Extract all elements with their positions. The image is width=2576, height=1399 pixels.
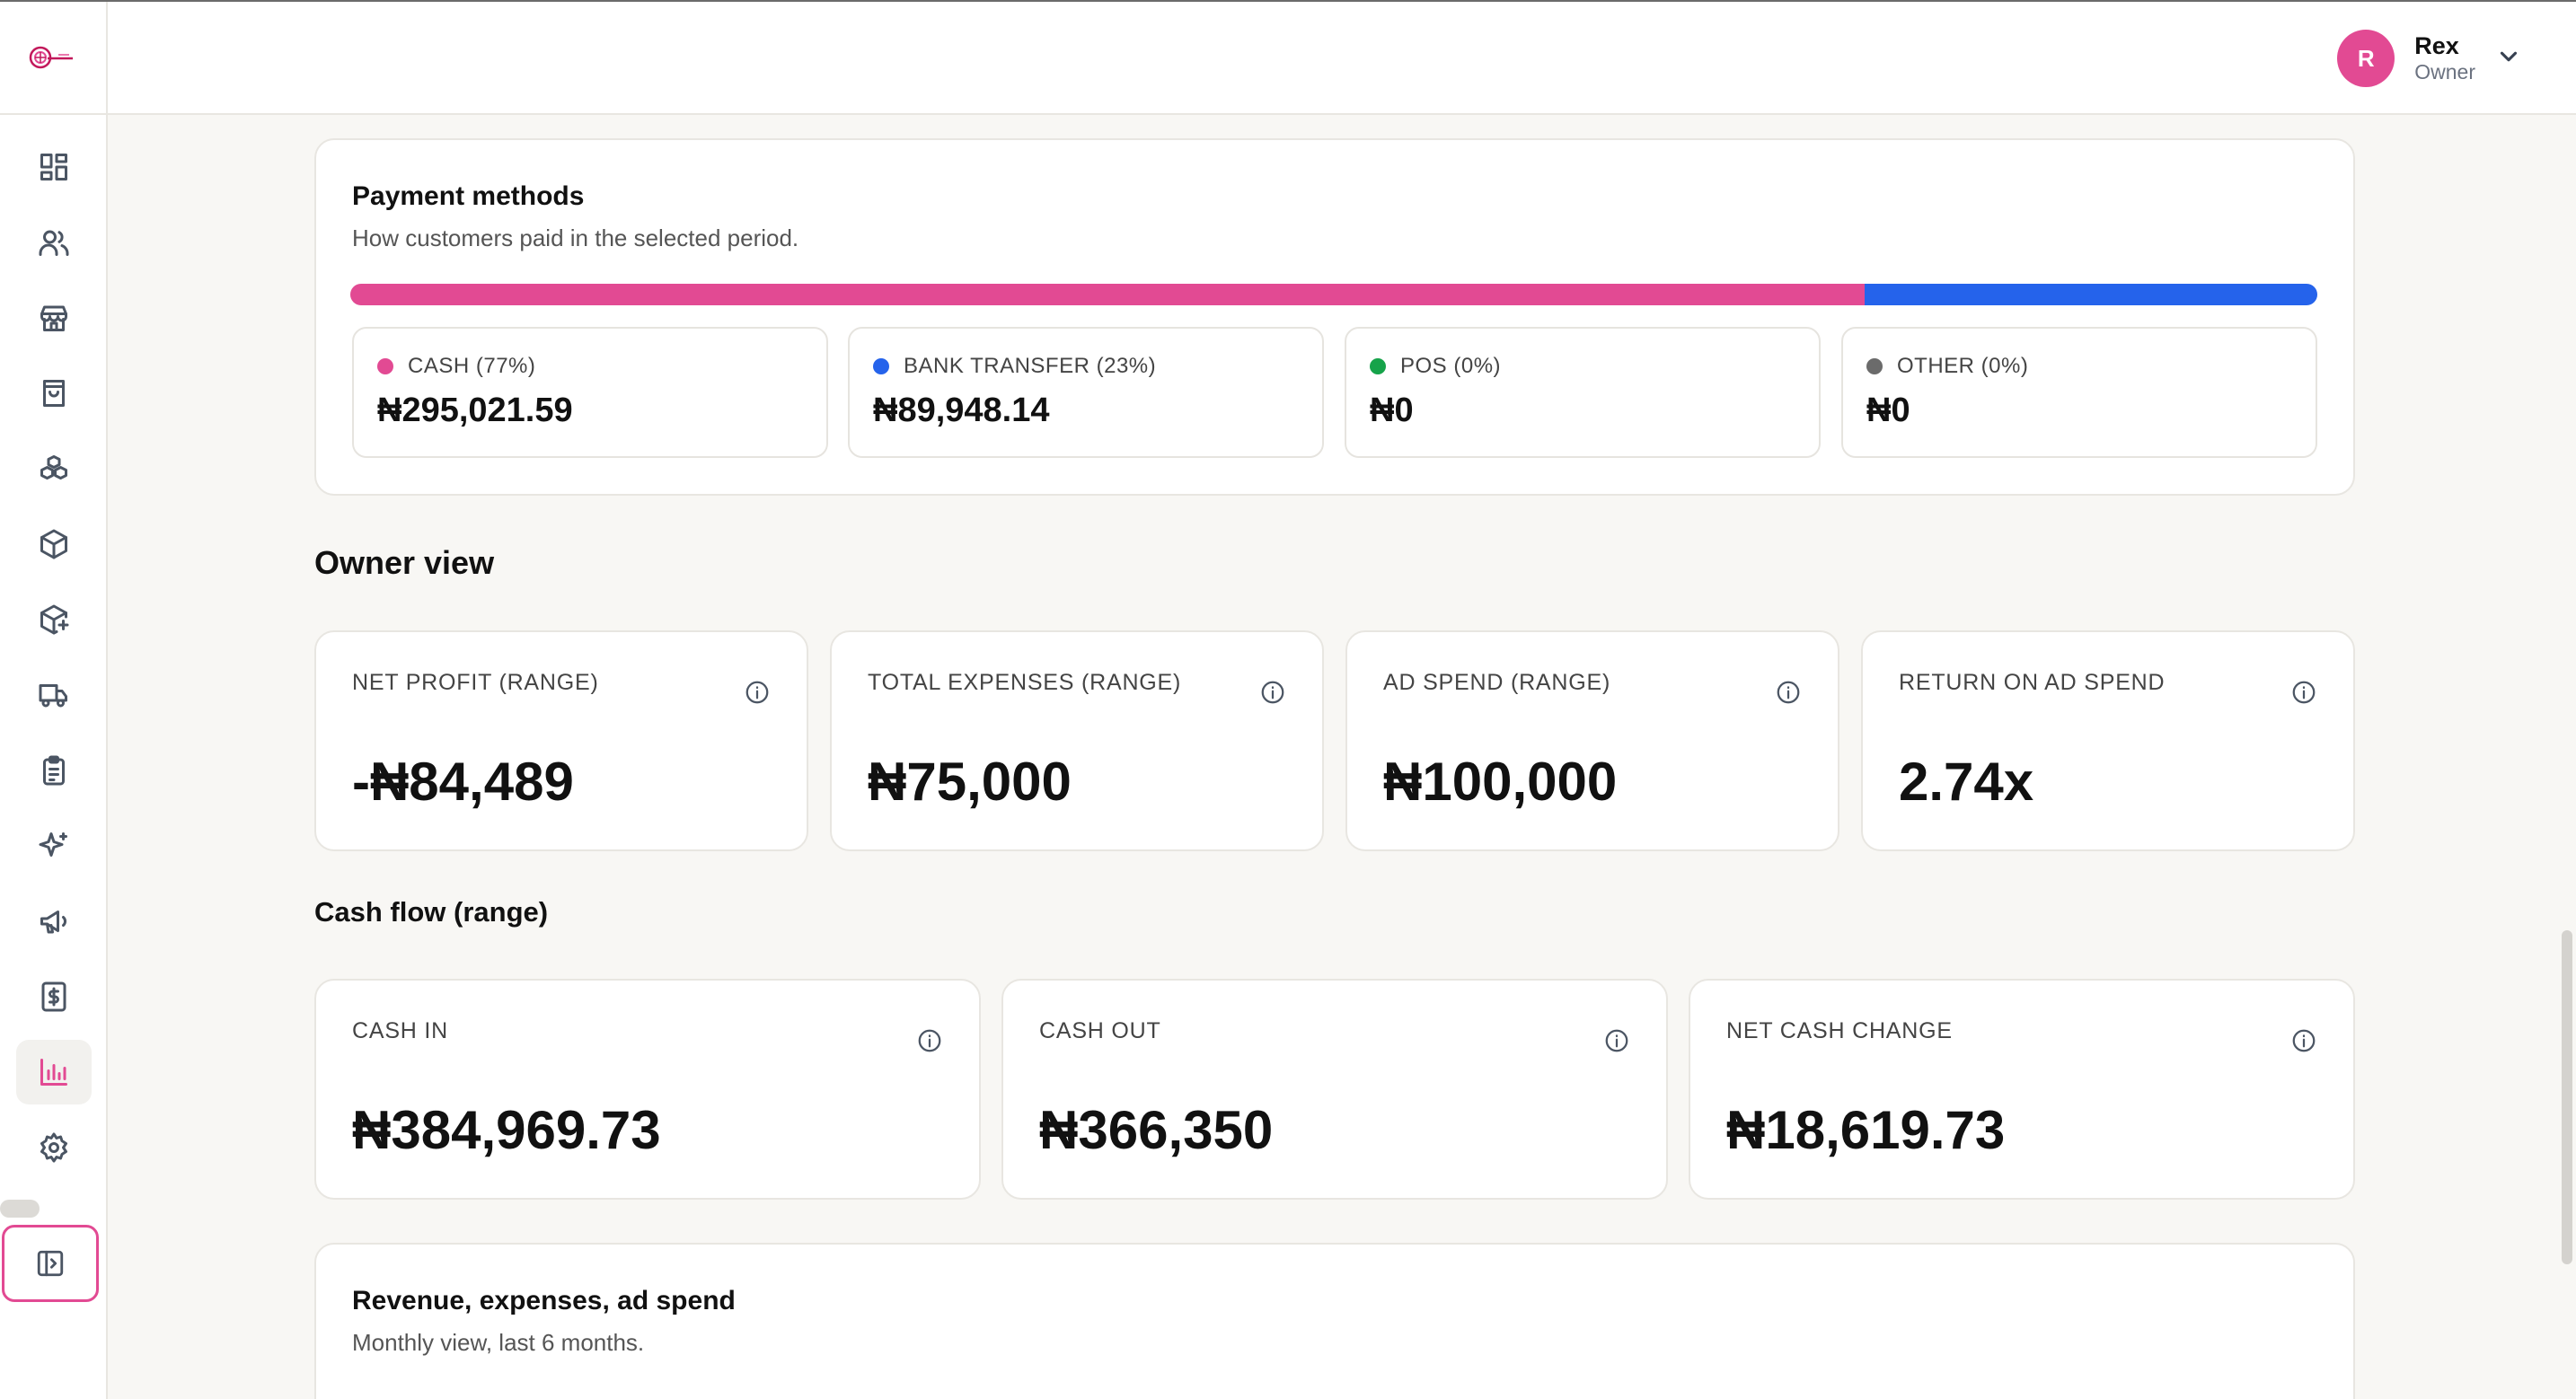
- metric-value: ₦100,000: [1383, 752, 1618, 812]
- cash-share-segment: [350, 284, 1866, 305]
- payment-method-other: OTHER (0%) ₦0: [1841, 327, 2317, 458]
- metric-label: TOTAL EXPENSES (RANGE): [868, 670, 1182, 695]
- gear-icon: [40, 1132, 67, 1163]
- metric-card-return-on-ad-spend: RETURN ON AD SPEND 2.74x: [1861, 630, 2355, 851]
- metric-label: RETURN ON AD SPEND: [1899, 670, 2166, 695]
- bank-transfer-share-segment: [1865, 284, 2317, 305]
- metric-value: -₦84,489: [352, 752, 574, 812]
- revenue-chart-title: Revenue, expenses, ad spend: [352, 1286, 736, 1315]
- metric-value: 2.74x: [1899, 752, 2034, 812]
- cash-dot-icon: [377, 358, 393, 374]
- pos-dot-icon: [1370, 358, 1386, 374]
- metric-card-net-profit: NET PROFIT (RANGE) -₦84,489: [314, 630, 808, 851]
- metric-card-ad-spend: AD SPEND (RANGE) ₦100,000: [1345, 630, 1839, 851]
- nav-deliveries[interactable]: [16, 663, 92, 727]
- logo[interactable]: [0, 2, 106, 115]
- info-icon[interactable]: [744, 679, 771, 706]
- payment-method-value: ₦89,948.14: [873, 392, 1050, 429]
- nav-add-product[interactable]: [16, 587, 92, 652]
- metric-card-total-expenses: TOTAL EXPENSES (RANGE) ₦75,000: [830, 630, 1324, 851]
- chevron-down-icon[interactable]: [2495, 43, 2522, 75]
- package-plus-icon: [40, 604, 69, 635]
- user-menu[interactable]: R Rex Owner: [2337, 29, 2522, 88]
- nav-inventory[interactable]: [16, 436, 92, 501]
- revenue-chart-subtitle: Monthly view, last 6 months.: [352, 1329, 645, 1356]
- metric-value: ₦366,350: [1039, 1100, 1274, 1160]
- nav-settings[interactable]: [16, 1115, 92, 1180]
- nav-orders[interactable]: [16, 361, 92, 426]
- nav-marketing[interactable]: [16, 889, 92, 954]
- sidebar-scrollbar[interactable]: [0, 1200, 40, 1218]
- nav-tasks[interactable]: [16, 738, 92, 803]
- package-icon: [40, 529, 67, 559]
- payment-method-value: ₦0: [1370, 392, 1414, 429]
- brand-logo-icon: [29, 46, 73, 69]
- boxes-icon: [40, 455, 67, 480]
- nav-ai[interactable]: [16, 814, 92, 878]
- payment-method-label: OTHER (0%): [1897, 354, 2029, 378]
- store-icon: [40, 305, 67, 331]
- nav-dashboard[interactable]: [16, 135, 92, 199]
- info-icon[interactable]: [1603, 1027, 1630, 1054]
- avatar: R: [2337, 30, 2395, 87]
- metric-label: CASH OUT: [1039, 1018, 1161, 1043]
- user-info: Rex Owner: [2414, 31, 2475, 85]
- clipboard-list-icon: [43, 755, 65, 786]
- bar-chart-icon: [40, 1059, 67, 1086]
- dashboard-icon: [40, 154, 67, 180]
- nav-reports[interactable]: [16, 1040, 92, 1104]
- payment-share-bar: [350, 284, 2317, 305]
- payment-method-label: CASH (77%): [408, 354, 536, 378]
- megaphone-icon: [40, 911, 66, 934]
- metric-label: NET PROFIT (RANGE): [352, 670, 599, 695]
- payment-methods-title: Payment methods: [352, 181, 585, 211]
- dollar-receipt-icon: [41, 981, 66, 1012]
- metric-card-net-cash-change: NET CASH CHANGE ₦18,619.73: [1689, 979, 2355, 1200]
- collapse-sidebar-button[interactable]: [2, 1225, 99, 1302]
- user-role: Owner: [2414, 60, 2475, 84]
- nav-finance[interactable]: [16, 964, 92, 1029]
- shopping-bag-icon: [43, 380, 65, 407]
- payment-method-label: BANK TRANSFER (23%): [904, 354, 1157, 378]
- owner-view-title: Owner view: [314, 544, 495, 581]
- metric-card-cash-in: CASH IN ₦384,969.73: [314, 979, 981, 1200]
- bank-transfer-dot-icon: [873, 358, 889, 374]
- main-scrollbar[interactable]: [2562, 930, 2572, 1264]
- sidebar: [0, 2, 108, 1399]
- payment-method-value: ₦0: [1866, 392, 1910, 429]
- metric-value: ₦75,000: [868, 752, 1072, 812]
- other-dot-icon: [1866, 358, 1883, 374]
- payment-method-label: POS (0%): [1400, 354, 1502, 378]
- sparkles-icon: [39, 832, 67, 857]
- user-name: Rex: [2414, 32, 2459, 59]
- metric-card-cash-out: CASH OUT ₦366,350: [1001, 979, 1668, 1200]
- info-icon[interactable]: [1775, 679, 1802, 706]
- info-icon[interactable]: [2290, 1027, 2317, 1054]
- cash-flow-title: Cash flow (range): [314, 896, 549, 928]
- info-icon[interactable]: [1259, 679, 1286, 706]
- truck-icon: [39, 684, 67, 708]
- metric-label: NET CASH CHANGE: [1726, 1018, 1953, 1043]
- payment-method-value: ₦295,021.59: [377, 392, 573, 429]
- metric-value: ₦18,619.73: [1726, 1100, 2006, 1160]
- info-icon[interactable]: [916, 1027, 943, 1054]
- info-icon[interactable]: [2290, 679, 2317, 706]
- metric-label: AD SPEND (RANGE): [1383, 670, 1611, 695]
- revenue-chart-card: Revenue, expenses, ad spend Monthly view…: [314, 1243, 2355, 1399]
- payment-method-bank-transfer: BANK TRANSFER (23%) ₦89,948.14: [848, 327, 1324, 458]
- payment-method-pos: POS (0%) ₦0: [1345, 327, 1821, 458]
- nav-customers[interactable]: [16, 210, 92, 275]
- panel-collapse-icon: [37, 1250, 64, 1277]
- nav-store[interactable]: [16, 286, 92, 350]
- metric-value: ₦384,969.73: [352, 1100, 661, 1160]
- top-header: R Rex Owner: [108, 2, 2576, 115]
- metric-label: CASH IN: [352, 1018, 449, 1043]
- payment-methods-subtitle: How customers paid in the selected perio…: [352, 224, 799, 251]
- payment-method-cash: CASH (77%) ₦295,021.59: [352, 327, 828, 458]
- users-icon: [39, 230, 69, 256]
- nav-products[interactable]: [16, 512, 92, 576]
